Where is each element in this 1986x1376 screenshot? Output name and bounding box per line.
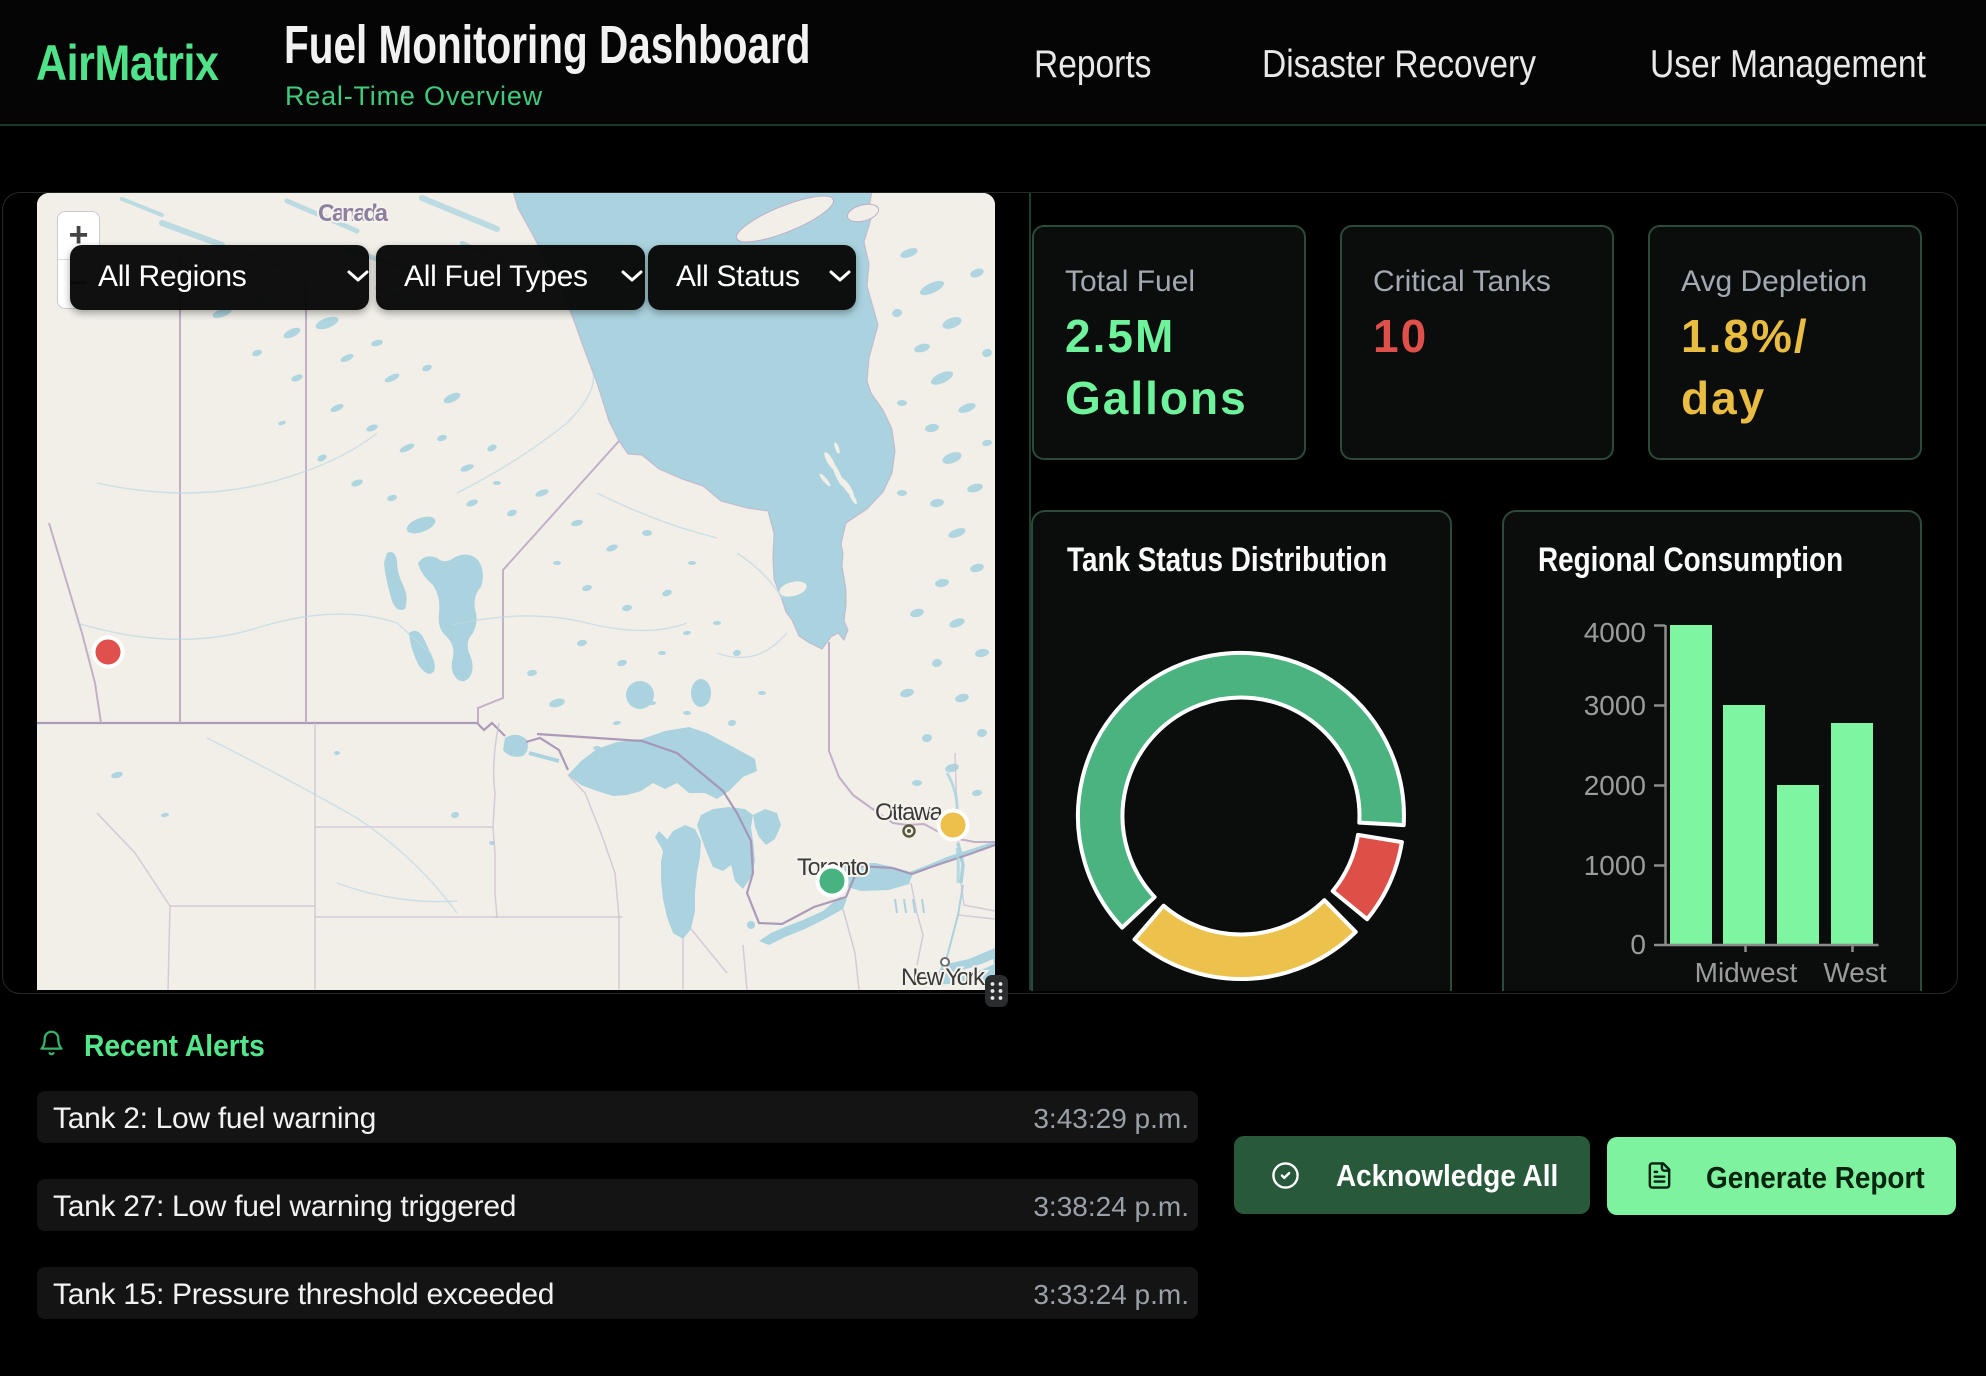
svg-text:3000: 3000: [1584, 690, 1646, 721]
svg-text:West: West: [1823, 957, 1886, 988]
svg-text:Ottawa: Ottawa: [875, 799, 944, 826]
svg-text:0: 0: [1630, 929, 1646, 960]
svg-text:1000: 1000: [1584, 850, 1646, 881]
svg-text:4000: 4000: [1584, 617, 1646, 648]
svg-text:Midwest: Midwest: [1695, 957, 1798, 988]
svg-text:2000: 2000: [1584, 770, 1646, 801]
svg-text:Canada: Canada: [318, 200, 389, 227]
svg-text:New York: New York: [901, 964, 986, 990]
